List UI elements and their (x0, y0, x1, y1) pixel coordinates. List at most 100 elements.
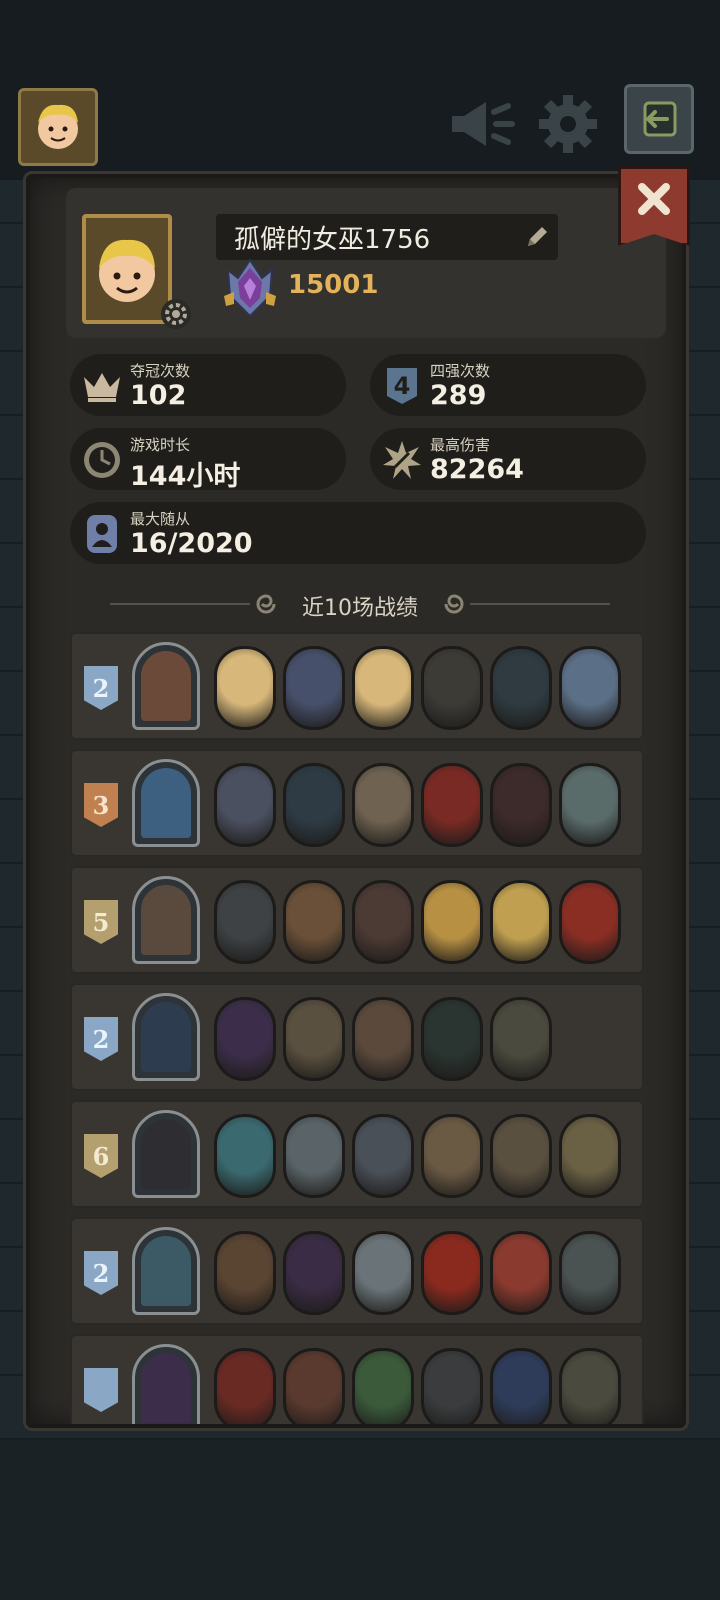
hero-portrait[interactable] (132, 1110, 200, 1198)
minion-card[interactable] (421, 1348, 483, 1424)
minion-card[interactable] (283, 997, 345, 1081)
hero-portrait-art (141, 768, 191, 838)
minion-card[interactable] (421, 997, 483, 1081)
minion-card[interactable] (214, 1348, 276, 1424)
minion-card[interactable] (352, 997, 414, 1081)
minion-card[interactable] (490, 763, 552, 847)
megaphone-icon (452, 102, 515, 146)
minion-card[interactable] (559, 1114, 621, 1198)
minion-card[interactable] (421, 880, 483, 964)
placement-badge: 2 (84, 1017, 118, 1061)
hero-portrait-art (141, 651, 191, 721)
gear-icon (539, 95, 597, 153)
exit-arrow-icon (643, 101, 677, 137)
stat-play-time: 游戏时长 144小时 (70, 428, 346, 492)
damage-burst-icon (383, 441, 421, 479)
stat-label: 游戏时长 (130, 436, 191, 454)
player-avatar-button[interactable] (18, 88, 98, 166)
minion-card[interactable] (352, 880, 414, 964)
hero-portrait-art (141, 1119, 191, 1189)
minion-card[interactable] (214, 763, 276, 847)
minion-card[interactable] (490, 1231, 552, 1315)
minion-card[interactable] (490, 880, 552, 964)
stat-value: 102 (130, 380, 187, 411)
minion-card[interactable] (283, 646, 345, 730)
minion-card[interactable] (559, 880, 621, 964)
minion-card[interactable] (214, 1231, 276, 1315)
player-avatar-icon (38, 104, 78, 149)
minion-card[interactable] (283, 1348, 345, 1424)
minion-card[interactable] (283, 1114, 345, 1198)
pencil-icon[interactable] (524, 224, 550, 250)
minion-card[interactable] (559, 646, 621, 730)
crown-icon (84, 373, 120, 402)
minion-card[interactable] (214, 997, 276, 1081)
hero-portrait[interactable] (132, 1344, 200, 1424)
match-row[interactable] (70, 1334, 644, 1424)
rank-score: 15001 (288, 270, 379, 300)
minion-card[interactable] (283, 880, 345, 964)
stat-max-minions: 最大随从 16/2020 (70, 502, 646, 564)
stat-label: 四强次数 (430, 362, 491, 380)
minion-card[interactable] (214, 1114, 276, 1198)
settings-button[interactable] (530, 88, 606, 160)
match-row[interactable]: 3 (70, 749, 644, 857)
mute-button[interactable] (444, 88, 520, 160)
minion-card[interactable] (352, 1348, 414, 1424)
hero-portrait-art (141, 1236, 191, 1306)
hero-portrait[interactable] (132, 759, 200, 847)
hero-portrait[interactable] (132, 993, 200, 1081)
minion-card[interactable] (559, 763, 621, 847)
stat-top-four: 4 四强次数 289 (370, 354, 646, 416)
hero-portrait[interactable] (132, 876, 200, 964)
placement-badge: 2 (84, 1251, 118, 1295)
placement-badge: 3 (84, 783, 118, 827)
recent-matches-header: 近10场战绩 (110, 584, 610, 624)
hero-portrait[interactable] (132, 642, 200, 730)
swirl-ornament-icon (444, 594, 464, 614)
placement-badge: 2 (84, 666, 118, 710)
exit-button[interactable] (624, 84, 694, 154)
stat-championships: 夺冠次数 102 (70, 354, 346, 416)
stat-value: 144小时 (130, 461, 241, 492)
minion-card[interactable] (421, 1114, 483, 1198)
hero-portrait-art (141, 1353, 191, 1423)
minion-card[interactable] (283, 1231, 345, 1315)
minion-card[interactable] (283, 763, 345, 847)
stat-label: 最高伤害 (430, 436, 491, 454)
stat-value: 82264 (430, 454, 524, 485)
minion-card[interactable] (490, 1114, 552, 1198)
minion-card[interactable] (559, 1231, 621, 1315)
minion-card[interactable] (421, 646, 483, 730)
minion-card[interactable] (490, 1348, 552, 1424)
minion-card[interactable] (352, 646, 414, 730)
stat-label: 夺冠次数 (130, 362, 191, 380)
minion-card[interactable] (421, 763, 483, 847)
close-button[interactable] (618, 166, 690, 246)
match-row[interactable]: 2 (70, 1217, 644, 1325)
minion-card[interactable] (490, 646, 552, 730)
avatar-settings-icon[interactable] (160, 298, 192, 330)
top4-shield-icon: 4 (387, 368, 417, 404)
clock-icon (84, 442, 120, 478)
match-row[interactable]: 5 (70, 866, 644, 974)
match-row[interactable]: 2 (70, 632, 644, 740)
hero-portrait[interactable] (132, 1227, 200, 1315)
minion-card[interactable] (214, 646, 276, 730)
recent-matches-title: 近10场战绩 (302, 596, 418, 621)
stat-value: 16/2020 (130, 528, 253, 559)
minion-card[interactable] (352, 763, 414, 847)
placement-badge: 5 (84, 900, 118, 944)
minion-card[interactable] (559, 1348, 621, 1424)
minion-card[interactable] (490, 997, 552, 1081)
profile-avatar[interactable] (82, 214, 172, 324)
player-name-bar: 孤僻的女巫1756 (216, 214, 558, 260)
player-name: 孤僻的女巫1756 (234, 224, 431, 255)
minion-card[interactable] (214, 880, 276, 964)
minion-card[interactable] (421, 1231, 483, 1315)
match-row[interactable]: 6 (70, 1100, 644, 1208)
match-row[interactable]: 2 (70, 983, 644, 1091)
close-x-icon (638, 183, 670, 215)
minion-card[interactable] (352, 1114, 414, 1198)
minion-card[interactable] (352, 1231, 414, 1315)
